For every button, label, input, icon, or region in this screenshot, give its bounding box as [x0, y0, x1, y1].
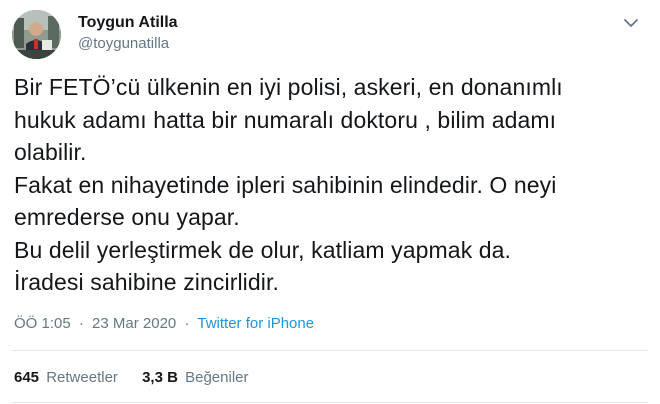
- tweet-header: Toygun Atilla @toygunatilla: [12, 10, 648, 60]
- retweets-label: Retweetler: [46, 369, 118, 386]
- tweet-text-line: Bu delil yerleştirmek de olur, katliam y…: [14, 236, 512, 263]
- tweet-text-line: hukuk adamı hatta bir numaralı doktoru ,…: [14, 106, 557, 133]
- chevron-down-icon[interactable]: [622, 14, 640, 32]
- likes-stat[interactable]: 3,3 B Beğeniler: [142, 368, 248, 388]
- tweet-metadata: ÖÖ 1:05 · 23 Mar 2020 · Twitter for iPho…: [14, 314, 314, 334]
- avatar-image: [12, 10, 61, 59]
- tweet-text-line: İradesi sahibine zincirlidir.: [14, 269, 279, 295]
- tweet-text-line: Bir FETÖ’cü ülkenin en iyi polisi, asker…: [14, 74, 563, 100]
- tweet-card: Toygun Atilla @toygunatilla Bir FETÖ’cü …: [0, 0, 660, 404]
- meta-separator: ·: [78, 315, 84, 332]
- tweet-text-line: Fakat en nihayetinde ipleri sahibinin el…: [14, 171, 557, 198]
- retweets-count: 645: [14, 369, 40, 386]
- retweets-stat[interactable]: 645 Retweetler: [14, 368, 118, 388]
- tweet-date[interactable]: 23 Mar 2020: [92, 315, 176, 332]
- display-name[interactable]: Toygun Atilla: [78, 13, 178, 33]
- tweet-source-link[interactable]: Twitter for iPhone: [197, 315, 314, 332]
- tweet-text-line: olabilir.: [14, 139, 87, 165]
- likes-label: Beğeniler: [185, 369, 249, 386]
- divider: [12, 402, 648, 403]
- tweet-text-line: emrederse onu yapar.: [14, 204, 240, 230]
- user-info: Toygun Atilla @toygunatilla: [78, 13, 178, 54]
- likes-count: 3,3 B: [142, 369, 178, 386]
- tweet-text: Bir FETÖ’cü ülkenin en iyi polisi, asker…: [14, 71, 646, 299]
- tweet-stats: 645 Retweetler 3,3 B Beğeniler: [14, 368, 269, 388]
- divider: [12, 350, 648, 351]
- meta-separator: ·: [184, 315, 190, 332]
- avatar[interactable]: [12, 10, 61, 59]
- tweet-time[interactable]: ÖÖ 1:05: [14, 315, 71, 332]
- user-handle[interactable]: @toygunatilla: [78, 34, 178, 54]
